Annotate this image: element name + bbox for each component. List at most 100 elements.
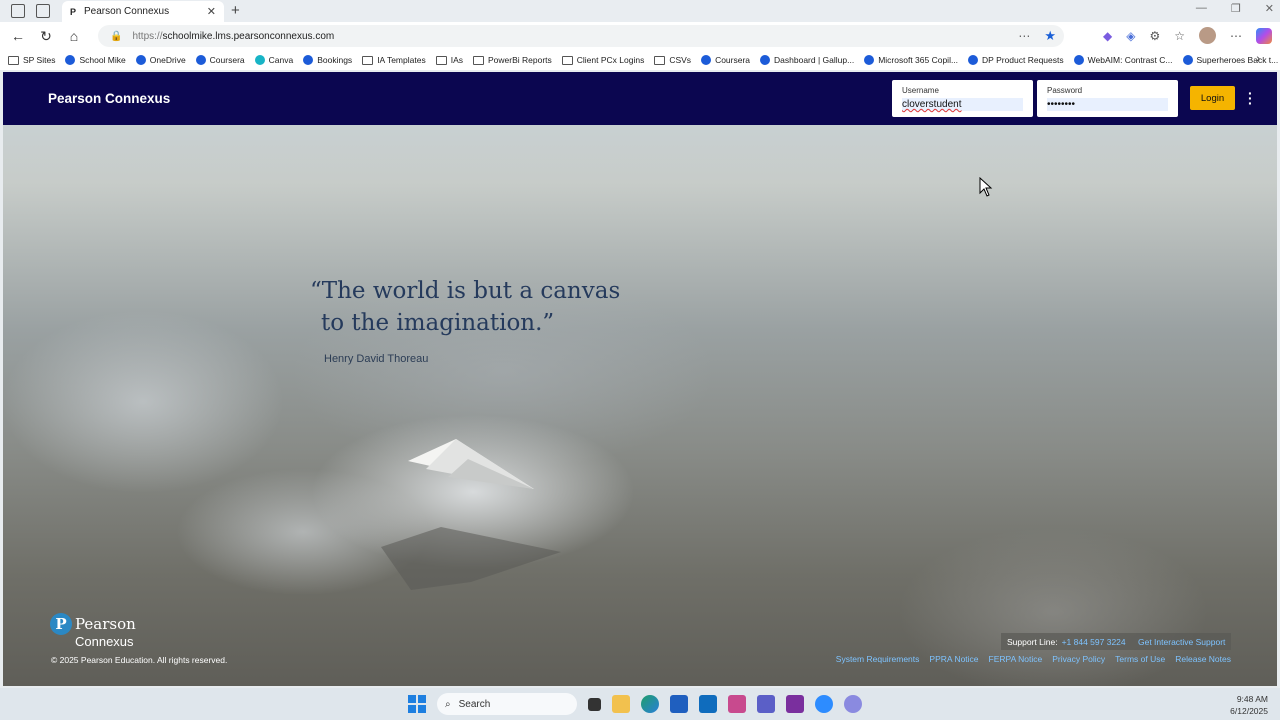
bookmark-item[interactable]: Microsoft 365 Copil... — [864, 55, 958, 65]
bookmark-item[interactable]: PowerBi Reports — [472, 55, 552, 65]
folder-icon — [435, 55, 447, 65]
bookmark-item[interactable]: School Mike — [65, 55, 126, 65]
bookmark-item[interactable]: SP Sites — [8, 55, 55, 65]
window-controls: — ❐ ✕ — [1196, 2, 1274, 15]
bookmark-item[interactable]: IAs — [435, 55, 463, 65]
task-view-icon[interactable] — [588, 697, 601, 711]
favorites-icon[interactable]: ☆ — [1174, 29, 1185, 43]
copilot-icon — [864, 55, 875, 65]
logo-connexus-text: Connexus — [75, 634, 134, 649]
bookmark-item[interactable]: Canva — [254, 55, 294, 65]
windows-start-icon[interactable] — [408, 695, 426, 713]
username-input[interactable]: cloverstudent — [902, 98, 1023, 111]
reader-icon[interactable]: ⋯ — [1018, 29, 1030, 43]
bookmark-label: DP Product Requests — [982, 55, 1064, 65]
bookmark-label: School Mike — [79, 55, 126, 65]
snipping-tool-icon[interactable] — [728, 695, 746, 713]
bookmark-item[interactable]: DP Product Requests — [968, 55, 1064, 65]
footer-link-system-requirements[interactable]: System Requirements — [836, 654, 920, 664]
bookmark-item[interactable]: Coursera — [701, 55, 750, 65]
bookmark-label: Superheroes Back t... — [1196, 55, 1279, 65]
minimize-icon[interactable]: — — [1196, 2, 1207, 15]
refresh-icon[interactable]: ↻ — [32, 28, 60, 45]
password-field[interactable]: Password •••••••• — [1037, 80, 1178, 117]
settings-icon[interactable] — [844, 695, 862, 713]
onenote-icon[interactable] — [786, 695, 804, 713]
password-input[interactable]: •••••••• — [1047, 98, 1168, 111]
login-button[interactable]: Login — [1190, 86, 1235, 110]
translate-icon[interactable]: ◈ — [1126, 29, 1135, 43]
extension-icon[interactable]: ◆ — [1103, 29, 1112, 43]
url-bar[interactable]: 🔒 https:// schoolmike.lms.pearsonconnexu… — [98, 25, 1064, 47]
username-label: Username — [902, 86, 939, 95]
footer-link-privacy[interactable]: Privacy Policy — [1052, 654, 1105, 664]
bookmark-item[interactable]: Superheroes Back t... — [1182, 55, 1279, 65]
bookmark-item[interactable]: Coursera — [195, 55, 245, 65]
outlook-icon[interactable] — [699, 695, 717, 713]
jira-icon — [968, 55, 979, 65]
app-icon[interactable] — [670, 695, 688, 713]
coursera-icon — [195, 55, 206, 65]
home-icon[interactable]: ⌂ — [60, 28, 88, 44]
new-tab-icon[interactable]: + — [231, 2, 240, 19]
system-clock[interactable]: 9:48 AM 6/12/2025 — [1230, 693, 1268, 717]
webaim-icon — [1073, 55, 1084, 65]
bookmark-label: OneDrive — [149, 55, 186, 65]
interactive-support-link[interactable]: Get Interactive Support — [1132, 633, 1232, 650]
bookmark-item[interactable]: Bookings — [303, 55, 352, 65]
footer-link-release-notes[interactable]: Release Notes — [1175, 654, 1231, 664]
powerpoint-icon — [1182, 55, 1193, 65]
more-options-icon[interactable]: · · · — [1248, 86, 1253, 110]
username-field[interactable]: Username cloverstudent — [892, 80, 1033, 117]
footer-link-ppra[interactable]: PPRA Notice — [929, 654, 978, 664]
password-label: Password — [1047, 86, 1083, 95]
bookmark-label: IA Templates — [377, 55, 426, 65]
folder-icon — [561, 55, 573, 65]
copyright: © 2025 Pearson Education. All rights res… — [51, 655, 228, 665]
support-line: Support Line: +1 844 597 3224 — [1001, 633, 1132, 650]
workspaces-icon[interactable] — [11, 4, 25, 18]
bookmark-item[interactable]: Dashboard | Gallup... — [760, 55, 854, 65]
quote-author: Henry David Thoreau — [324, 353, 429, 365]
bookmarks-overflow-icon[interactable]: › — [1256, 53, 1260, 65]
bookmark-label: Coursera — [209, 55, 245, 65]
bookmark-item[interactable]: CSVs — [654, 55, 691, 65]
support-phone-link[interactable]: +1 844 597 3224 — [1062, 637, 1126, 647]
extensions-icon[interactable]: ⚙ — [1149, 29, 1160, 43]
bookmark-label: Canva — [268, 55, 294, 65]
footer-links: System Requirements PPRA Notice FERPA No… — [836, 654, 1231, 664]
bookmark-label: IAs — [450, 55, 463, 65]
back-icon[interactable]: ← — [4, 28, 32, 44]
login-page: Pearson Connexus Username cloverstudent … — [3, 72, 1277, 686]
close-tab-icon[interactable]: ✕ — [207, 5, 216, 18]
cloud-icon — [135, 55, 146, 65]
brand-title[interactable]: Pearson Connexus — [48, 91, 170, 106]
clock-time: 9:48 AM — [1236, 694, 1268, 704]
bookmark-label: Microsoft 365 Copil... — [878, 55, 959, 65]
tab-actions-icon[interactable] — [36, 4, 50, 18]
favorite-star-icon[interactable]: ★ — [1044, 28, 1056, 44]
lock-icon[interactable]: 🔒 — [110, 31, 122, 42]
close-window-icon[interactable]: ✕ — [1265, 2, 1274, 15]
browser-tab[interactable]: P Pearson Connexus ✕ — [62, 1, 224, 22]
maximize-icon[interactable]: ❐ — [1231, 2, 1241, 15]
footer-link-ferpa[interactable]: FERPA Notice — [989, 654, 1043, 664]
site-header: Pearson Connexus Username cloverstudent … — [3, 72, 1277, 125]
bookmark-item[interactable]: Client PCx Logins — [561, 55, 644, 65]
copilot-icon[interactable] — [1256, 27, 1272, 44]
bookmark-item[interactable]: OneDrive — [135, 55, 186, 65]
bookmark-item[interactable]: IA Templates — [362, 55, 426, 65]
taskbar-search-label: Search — [458, 698, 491, 710]
support-label: Support Line: — [1007, 636, 1058, 647]
taskbar-search[interactable]: ⌕ Search — [437, 693, 577, 715]
profile-avatar[interactable] — [1199, 27, 1216, 44]
zoom-icon[interactable] — [815, 695, 833, 713]
plane-shadow-icon — [381, 527, 561, 590]
bookmark-item[interactable]: WebAIM: Contrast C... — [1073, 55, 1173, 65]
file-explorer-icon[interactable] — [612, 695, 630, 713]
bookmark-label: CSVs — [669, 55, 692, 65]
edge-icon[interactable] — [641, 695, 659, 713]
teams-icon[interactable] — [757, 695, 775, 713]
more-menu-icon[interactable]: ⋯ — [1230, 29, 1242, 43]
footer-link-terms[interactable]: Terms of Use — [1115, 654, 1165, 664]
